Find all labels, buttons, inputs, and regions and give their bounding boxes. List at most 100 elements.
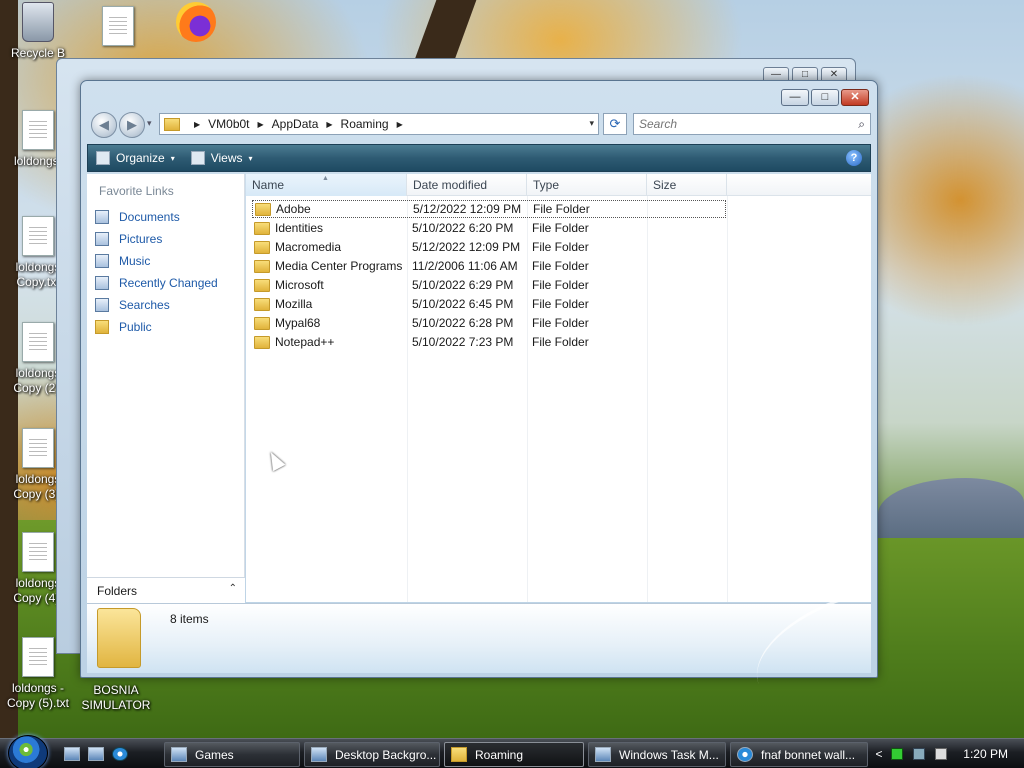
column-header-name[interactable]: Name ▲ [246, 174, 407, 196]
table-row[interactable]: Identities 5/10/2022 6:20 PM File Folder [252, 219, 726, 237]
taskbar-button-label: Games [195, 747, 234, 762]
sidebar-item-recently-changed[interactable]: Recently Changed [87, 272, 244, 294]
breadcrumb-separator-icon[interactable]: ▶ [397, 120, 403, 129]
clock[interactable]: 1:20 PM [963, 747, 1008, 761]
row-date: 5/12/2022 12:09 PM [413, 202, 522, 216]
explorer-window: — □ ✕ ◀ ▶ ▾ ▶ VM0b0t ▶ AppData ▶ Roaming… [80, 80, 878, 684]
internet-explorer-icon[interactable] [112, 747, 128, 761]
address-bar[interactable]: ▶ VM0b0t ▶ AppData ▶ Roaming ▶ ▾ [159, 113, 599, 135]
folders-toggle[interactable]: Folders ⌃ [87, 577, 245, 603]
desktop-icon-firefox[interactable] [158, 2, 234, 46]
documents-icon [95, 210, 109, 224]
sidebar-item-music[interactable]: Music [87, 250, 244, 272]
folder-icon [451, 747, 467, 762]
views-button[interactable]: Views ▾ [183, 146, 261, 170]
taskbar-button-games[interactable]: Games [164, 742, 300, 767]
taskbar: Games Desktop Backgro... Roaming Windows… [0, 735, 1024, 768]
text-file-icon [22, 322, 54, 362]
maximize-button[interactable]: □ [811, 89, 839, 106]
taskbar-button-browser[interactable]: fnaf bonnet wall... [730, 742, 868, 767]
folder-icon [254, 259, 270, 273]
close-button[interactable]: ✕ [841, 89, 869, 106]
desktop-icon-label: Copy (5).txt [6, 696, 69, 710]
sort-ascending-icon: ▲ [322, 175, 329, 182]
table-row[interactable]: Notepad++ 5/10/2022 7:23 PM File Folder [252, 333, 726, 351]
volume-icon[interactable] [935, 748, 947, 760]
back-button[interactable]: ◀ [91, 112, 117, 138]
table-row[interactable]: Macromedia 5/12/2022 12:09 PM File Folde… [252, 238, 726, 256]
switch-windows-icon[interactable] [88, 747, 104, 761]
details-pane: 8 items [87, 596, 871, 684]
row-name: Notepad++ [275, 335, 335, 349]
table-row[interactable]: Mypal68 5/10/2022 6:28 PM File Folder [252, 314, 726, 332]
breadcrumb-vm0b0t[interactable]: VM0b0t [208, 117, 249, 131]
row-type: File Folder [532, 221, 589, 235]
sidebar-item-label: Music [119, 254, 151, 268]
row-date: 5/10/2022 6:28 PM [412, 316, 514, 330]
views-icon [190, 151, 205, 165]
sidebar-item-documents[interactable]: Documents [87, 206, 244, 228]
games-icon [171, 747, 187, 762]
search-icon[interactable]: ⌕ [858, 117, 865, 132]
organize-label: Organize [116, 151, 165, 165]
chevron-down-icon: ▾ [170, 153, 175, 163]
organize-button[interactable]: Organize ▾ [88, 146, 183, 170]
text-file-icon [22, 110, 54, 150]
column-header-date-modified[interactable]: Date modified [407, 174, 527, 196]
help-icon[interactable]: ? [846, 150, 862, 166]
row-name: Mypal68 [275, 316, 321, 330]
column-header-size[interactable]: Size [647, 174, 727, 196]
taskbar-button-label: Windows Task M... [619, 747, 719, 762]
recent-pages-dropdown[interactable]: ▾ [147, 118, 152, 129]
breadcrumb-separator-icon[interactable]: ▶ [258, 120, 264, 129]
text-file-icon [22, 637, 54, 677]
command-bar: Organize ▾ Views ▾ ? [87, 144, 871, 172]
forward-button[interactable]: ▶ [119, 112, 145, 138]
breadcrumb-appdata[interactable]: AppData [272, 117, 319, 131]
text-file-icon [22, 532, 54, 572]
firefox-icon [176, 2, 216, 42]
breadcrumb-roaming[interactable]: Roaming [341, 117, 389, 131]
sidebar-item-label: Recently Changed [119, 276, 218, 290]
folder-icon [254, 278, 270, 292]
battery-icon[interactable] [891, 748, 903, 760]
search-input[interactable] [639, 117, 839, 131]
sidebar-item-label: Public [119, 320, 152, 334]
taskbar-button-roaming[interactable]: Roaming [444, 742, 584, 767]
music-icon [95, 254, 109, 268]
start-button[interactable] [8, 735, 48, 768]
desktop-icon-bosnia-simulator[interactable]: BOSNIA SIMULATOR [78, 683, 154, 713]
minimize-button[interactable]: — [781, 89, 809, 106]
show-hidden-icons-button[interactable]: < [872, 747, 886, 761]
desktop-icon-recycle-bin[interactable]: Recycle B [0, 2, 76, 61]
sidebar-item-public[interactable]: Public [87, 316, 244, 338]
network-icon[interactable] [913, 748, 925, 760]
desktop-icon-label: loldongs - [11, 681, 65, 695]
address-dropdown-icon[interactable]: ▾ [589, 118, 594, 129]
pictures-icon [95, 232, 109, 246]
table-row[interactable]: Microsoft 5/10/2022 6:29 PM File Folder [252, 276, 726, 294]
row-name: Media Center Programs [275, 259, 403, 273]
taskbar-button-task-manager[interactable]: Windows Task M... [588, 742, 726, 767]
folder-icon [254, 297, 270, 311]
breadcrumb-separator-icon[interactable]: ▶ [326, 120, 332, 129]
text-file-icon [102, 6, 134, 46]
folder-icon [254, 335, 270, 349]
task-manager-icon [595, 747, 611, 762]
column-header-type[interactable]: Type [527, 174, 647, 196]
row-date: 5/10/2022 6:45 PM [412, 297, 514, 311]
taskbar-button-label: Roaming [475, 747, 524, 762]
row-date: 5/10/2022 7:23 PM [412, 335, 514, 349]
breadcrumb-separator-icon[interactable]: ▶ [194, 120, 200, 129]
taskbar-button-desktop-background[interactable]: Desktop Backgro... [304, 742, 440, 767]
table-row[interactable]: Adobe 5/12/2022 12:09 PM File Folder [252, 200, 726, 218]
show-desktop-icon[interactable] [64, 747, 80, 761]
sidebar-item-searches[interactable]: Searches [87, 294, 244, 316]
table-row[interactable]: Media Center Programs 11/2/2006 11:06 AM… [252, 257, 726, 275]
sidebar-item-pictures[interactable]: Pictures [87, 228, 244, 250]
searches-icon [95, 298, 109, 312]
sidebar-item-label: Searches [119, 298, 170, 312]
desktop-icon-file[interactable] [80, 6, 156, 50]
table-row[interactable]: Mozilla 5/10/2022 6:45 PM File Folder [252, 295, 726, 313]
refresh-button[interactable]: ⟳ [603, 113, 627, 135]
